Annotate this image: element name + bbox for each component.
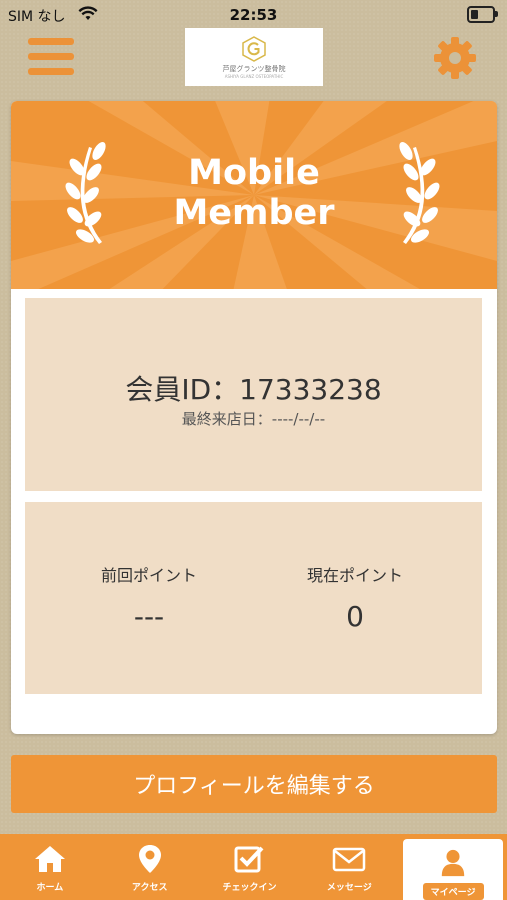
home-icon xyxy=(34,846,65,872)
logo-text: 芦屋グランツ整骨院 xyxy=(222,64,286,73)
points-panel: 前回ポイント --- 現在ポイント 0 xyxy=(25,502,482,694)
battery-icon xyxy=(467,6,498,23)
tab-bar: ホーム アクセス チェックイン メッセージ マイページ xyxy=(0,834,507,900)
tab-mypage[interactable]: マイページ xyxy=(403,839,503,900)
tab-access[interactable]: アクセス xyxy=(100,834,200,900)
tab-message-label: メッセージ xyxy=(326,883,372,893)
logo-mark-icon xyxy=(242,35,266,62)
person-icon xyxy=(441,849,465,877)
current-points: 現在ポイント 0 xyxy=(241,562,469,633)
tab-access-label: アクセス xyxy=(131,883,168,893)
tab-checkin-label: チェックイン xyxy=(222,883,277,893)
previous-points-label: 前回ポイント xyxy=(100,566,197,585)
logo-subtext: ASHIYA GLANZ OSTEOPATHIC xyxy=(224,73,284,79)
edit-profile-button[interactable]: プロフィールを編集する xyxy=(11,755,497,813)
member-banner: Mobile Member xyxy=(11,101,497,289)
member-id: 会員ID：17333238 xyxy=(125,373,382,406)
laurel-right-icon xyxy=(399,141,440,244)
previous-points: 前回ポイント --- xyxy=(35,562,263,633)
nav-bar: 芦屋グランツ整骨院 ASHIYA GLANZ OSTEOPATHIC xyxy=(0,22,507,86)
member-info-panel: 会員ID：17333238 最終来店日：----/--/-- xyxy=(25,298,482,491)
member-card: Mobile Member 会員ID：17333238 最終来店日：----/-… xyxy=(11,101,497,734)
hamburger-menu-icon[interactable] xyxy=(28,38,76,76)
checkbox-icon xyxy=(234,846,264,873)
tab-checkin[interactable]: チェックイン xyxy=(200,834,300,900)
tab-message[interactable]: メッセージ xyxy=(299,834,399,900)
tab-home[interactable]: ホーム xyxy=(0,834,100,900)
tab-mypage-label: マイページ xyxy=(422,883,484,900)
last-visit-date: 最終来店日：----/--/-- xyxy=(181,410,326,428)
envelope-icon xyxy=(333,847,366,872)
logo: 芦屋グランツ整骨院 ASHIYA GLANZ OSTEOPATHIC xyxy=(185,28,323,86)
current-points-value: 0 xyxy=(346,600,364,633)
gear-icon[interactable] xyxy=(431,34,479,82)
tab-home-label: ホーム xyxy=(36,883,64,893)
previous-points-value: --- xyxy=(133,600,165,633)
current-points-label: 現在ポイント xyxy=(306,566,403,585)
map-pin-icon xyxy=(138,845,161,873)
